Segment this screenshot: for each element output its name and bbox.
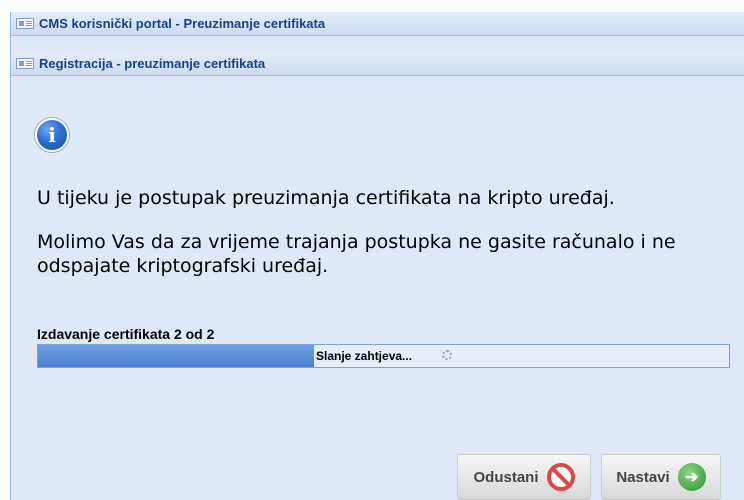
info-icon: i: [35, 118, 69, 152]
warning-message: Molimo Vas da za vrijeme trajanja postup…: [37, 231, 676, 277]
dialog-title: Registracija - preuzimanje certifikata: [39, 56, 266, 71]
no-entry-icon: [546, 463, 575, 491]
main-window: CMS korisnički portal - Preuzimanje cert…: [10, 12, 744, 500]
loading-spinner-icon: [442, 350, 452, 360]
dialog-window-icon: [16, 58, 34, 69]
window-body-gap: [11, 36, 744, 52]
progress-status-text: Slanje zahtjeva...: [316, 349, 413, 363]
dialog-titlebar: Registracija - preuzimanje certifikata: [11, 52, 744, 76]
cancel-button-label: Odustani: [473, 468, 539, 486]
cancel-button[interactable]: Odustani: [457, 454, 591, 500]
window-title: CMS korisnički portal - Preuzimanje cert…: [39, 16, 326, 31]
progress-bar-fill: [38, 345, 315, 367]
arrow-right-circle-icon: ➔: [677, 463, 706, 491]
window-titlebar: CMS korisnički portal - Preuzimanje cert…: [11, 12, 744, 36]
status-message: U tijeku je postupak preuzimanja certifi…: [37, 187, 615, 209]
next-button-label: Nastavi: [616, 468, 670, 486]
progress-label: Izdavanje certifikata 2 od 2: [37, 326, 215, 342]
window-icon: [16, 18, 34, 29]
dialog-panel: i U tijeku je postupak preuzimanja certi…: [11, 76, 744, 500]
progress-bar: Slanje zahtjeva...: [37, 344, 730, 368]
next-button[interactable]: Nastavi ➔: [601, 454, 721, 500]
